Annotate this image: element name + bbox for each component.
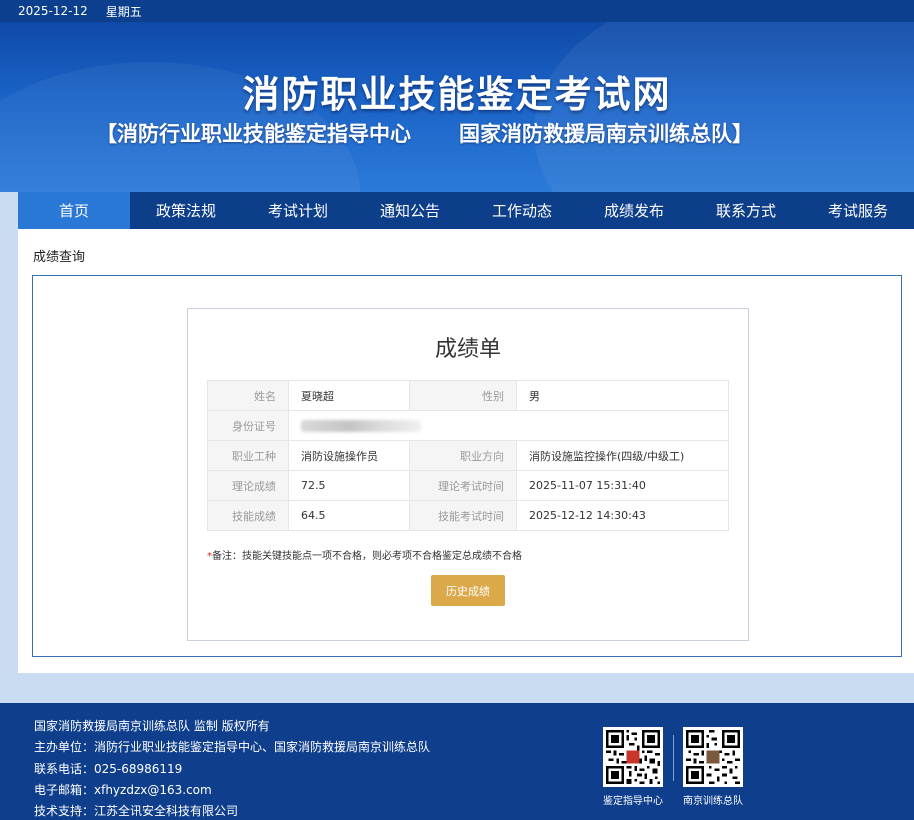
job-direction-value: 消防设施监控操作(四级/中级工): [516, 440, 729, 471]
table-row: 姓名 夏晓超 性别 男: [207, 380, 729, 411]
site-banner: 消防职业技能鉴定考试网 【消防行业职业技能鉴定指导中心 国家消防救援局南京训练总队…: [0, 22, 914, 192]
main-nav: 首页 政策法规 考试计划 通知公告 工作动态 成绩发布 联系方式 考试服务: [18, 192, 914, 229]
qr-divider: [673, 735, 674, 781]
site-title: 消防职业技能鉴定考试网: [242, 73, 672, 116]
id-number-label: 身份证号: [207, 410, 289, 441]
table-row: 身份证号: [207, 410, 729, 441]
remark-text: 备注：技能关键技能点一项不合格，则必考项不合格鉴定总成绩不合格: [212, 551, 522, 562]
site-footer: 国家消防救援局南京训练总队 监制 版权所有 主办单位：消防行业职业技能鉴定指导中…: [0, 703, 914, 820]
theory-exam-time-value: 2025-11-07 15:31:40: [516, 470, 729, 501]
qr-label-nanjing-brigade: 南京训练总队: [683, 796, 743, 807]
top-date-bar: 2025-12-12 星期五: [0, 0, 914, 22]
current-weekday: 星期五: [105, 4, 142, 19]
report-title: 成绩单: [434, 337, 501, 362]
theory-score-label: 理论成绩: [207, 470, 289, 501]
theory-score-value: 72.5: [288, 470, 410, 501]
redacted-id-blur: [301, 420, 421, 432]
score-table: 姓名 夏晓超 性别 男 身份证号 职业工种 消防设施操作员 职业方向 消防设施监…: [207, 380, 729, 531]
skill-score-label: 技能成绩: [207, 500, 289, 531]
nav-item-home[interactable]: 首页: [18, 192, 130, 229]
qr-code-icon: [683, 727, 743, 787]
nav-item-exam-plan[interactable]: 考试计划: [242, 192, 354, 229]
nav-item-news[interactable]: 工作动态: [466, 192, 578, 229]
nav-item-exam-service[interactable]: 考试服务: [802, 192, 914, 229]
gender-label: 性别: [409, 380, 517, 411]
footer-phone: 联系电话：025-68986119: [34, 762, 183, 776]
theory-exam-time-label: 理论考试时间: [409, 470, 517, 501]
nav-item-contact[interactable]: 联系方式: [690, 192, 802, 229]
skill-score-value: 64.5: [288, 500, 410, 531]
table-row: 职业工种 消防设施操作员 职业方向 消防设施监控操作(四级/中级工): [207, 440, 729, 471]
breadcrumb: 成绩查询: [33, 250, 86, 265]
footer-email: 电子邮箱：xfhyzdzx@163.com: [34, 783, 212, 797]
footer-tech-support: 技术支持：江苏全讯安全科技有限公司: [34, 804, 239, 818]
job-type-value: 消防设施操作员: [288, 440, 410, 471]
main-content: 成绩查询 成绩单 姓名 夏晓超 性别 男 身份证号 职业工种 消防设施操作员 职…: [18, 229, 914, 673]
name-value: 夏晓超: [288, 380, 410, 411]
site-subtitle: 【消防行业职业技能鉴定指导中心 国家消防救援局南京训练总队】: [96, 118, 753, 148]
name-label: 姓名: [207, 380, 289, 411]
gender-value: 男: [516, 380, 729, 411]
qr-label-guidance-center: 鉴定指导中心: [603, 796, 663, 807]
nav-item-policy[interactable]: 政策法规: [130, 192, 242, 229]
job-direction-label: 职业方向: [409, 440, 517, 471]
footer-organizer: 主办单位：消防行业职业技能鉴定指导中心、国家消防救援局南京训练总队: [34, 740, 431, 754]
subtitle-right: 国家消防救援局南京训练总队】: [459, 122, 753, 146]
history-scores-button[interactable]: 历史成绩: [431, 575, 505, 606]
current-date: 2025-12-12: [18, 4, 88, 18]
id-number-value: [288, 410, 729, 441]
result-container: 成绩单 姓名 夏晓超 性别 男 身份证号 职业工种 消防设施操作员 职业方向 消…: [32, 275, 902, 657]
qr-code-icon: [603, 727, 663, 787]
score-report-card: 成绩单 姓名 夏晓超 性别 男 身份证号 职业工种 消防设施操作员 职业方向 消…: [187, 308, 749, 641]
job-type-label: 职业工种: [207, 440, 289, 471]
subtitle-left: 【消防行业职业技能鉴定指导中心: [96, 122, 411, 146]
skill-exam-time-value: 2025-12-12 14:30:43: [516, 500, 729, 531]
remark-note: *备注：技能关键技能点一项不合格，则必考项不合格鉴定总成绩不合格: [207, 547, 522, 562]
footer-copyright: 国家消防救援局南京训练总队 监制 版权所有: [34, 719, 270, 733]
nav-item-notices[interactable]: 通知公告: [354, 192, 466, 229]
nav-item-results[interactable]: 成绩发布: [578, 192, 690, 229]
table-row: 技能成绩 64.5 技能考试时间 2025-12-12 14:30:43: [207, 500, 729, 531]
skill-exam-time-label: 技能考试时间: [409, 500, 517, 531]
table-row: 理论成绩 72.5 理论考试时间 2025-11-07 15:31:40: [207, 470, 729, 501]
